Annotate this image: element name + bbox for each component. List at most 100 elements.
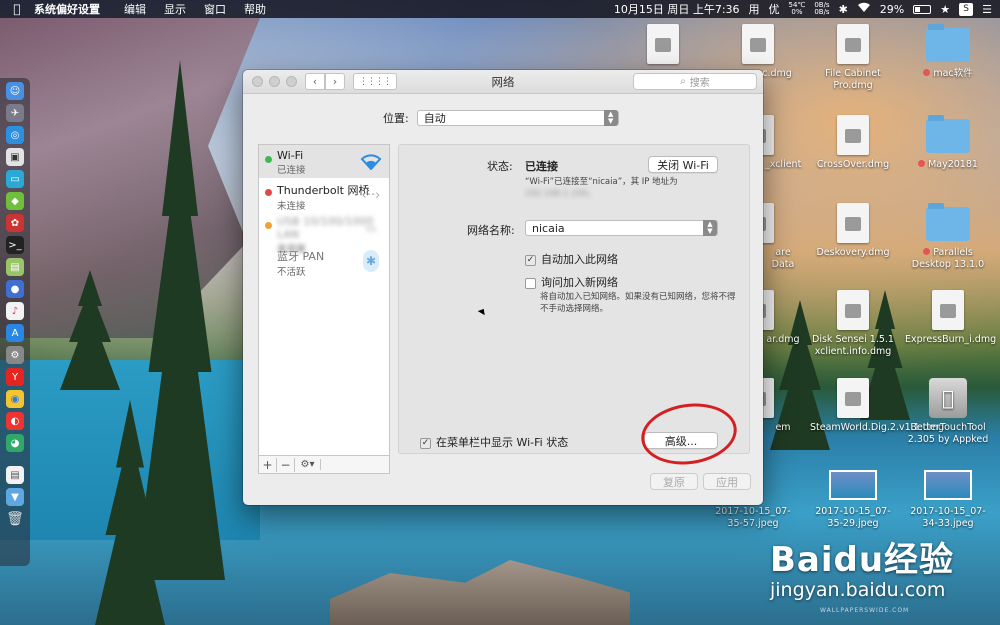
desktop-file-label: SteamWorld.Dig.2.v1.1.dmg (810, 422, 945, 433)
ask-join-row[interactable]: 询问加入新网络 (525, 274, 618, 290)
input-method-icon[interactable]: 用 (749, 1, 760, 17)
menu-window[interactable]: 窗口 (204, 1, 236, 17)
battery-icon[interactable] (913, 4, 932, 14)
forward-button[interactable]: › (325, 73, 345, 90)
back-button[interactable]: ‹ (305, 73, 325, 90)
chevron-updown-icon: ▲ ▼ (703, 220, 717, 236)
desktop-folder-name: May20181 (928, 159, 978, 170)
cpu-temp-indicator[interactable]: 54℃ 0% (789, 2, 806, 16)
menu-help[interactable]: 帮助 (244, 1, 276, 17)
battery-percent[interactable]: 29% (880, 3, 904, 16)
app-red-icon[interactable]: ✿ (6, 214, 24, 232)
service-item-wifi[interactable]: Wi-Fi 已连接 (259, 145, 389, 178)
preview-icon[interactable]: ▤ (6, 258, 24, 276)
title-bar[interactable]: ‹ › ⋮⋮⋮⋮ 网络 ⌕ 搜索 (243, 70, 763, 94)
location-select[interactable]: 自动 ▲ ▼ (416, 110, 619, 126)
network-name-label: 网络名称: (467, 224, 515, 237)
revert-button[interactable]: 复原 (650, 473, 698, 490)
menu-view[interactable]: 显示 (164, 1, 196, 17)
terminal-icon[interactable]: >_ (6, 236, 24, 254)
finder-icon[interactable]: ☺ (6, 82, 24, 100)
clock[interactable]: 10月15日 周日 上午7:36 (614, 1, 740, 17)
desktop-file[interactable] (620, 24, 706, 68)
app-store-icon[interactable]: A (6, 324, 24, 342)
android-icon[interactable]: ◆ (6, 192, 24, 210)
system-preferences-icon[interactable]: ⚙ (6, 346, 24, 364)
weibo-icon[interactable]: ◐ (6, 412, 24, 430)
menu-app-name[interactable]: 系统偏好设置 (34, 1, 110, 17)
baidu-watermark: Baidu经验 jingyan.baidu.com (770, 532, 954, 601)
close-window-button[interactable] (252, 76, 263, 87)
menu-list-icon[interactable]: ☰ (982, 3, 992, 16)
trash-icon[interactable]: 🗑 (6, 510, 24, 528)
menu-bar:  系统偏好设置 编辑 显示 窗口 帮助 10月15日 周日 上午7:36 用 … (0, 0, 1000, 18)
desktop-file[interactable]: Disk Sensei 1.5.1 xclient.info.dmg (810, 290, 896, 358)
desktop-file[interactable]: File Cabinet Pro.dmg (810, 24, 896, 92)
auto-join-row[interactable]: ✓ 自动加入此网络 (525, 251, 618, 267)
status-value: 已连接 (525, 160, 558, 173)
desktop-image[interactable]: 2017-10-15_07-34-33.jpeg (905, 462, 991, 530)
app-green-icon[interactable]: ◕ (6, 434, 24, 452)
service-list-toolbar: + − ⚙︎▾ (258, 456, 390, 474)
safari-icon[interactable]: ◎ (6, 126, 24, 144)
service-actions-gear-button[interactable]: ⚙︎▾ (295, 459, 321, 470)
music-icon[interactable]: ♪ (6, 302, 24, 320)
network-name-select[interactable]: nicaia ▲ ▼ (525, 220, 718, 236)
show-menubar-status-row[interactable]: ✓ 在菜单栏中显示 Wi-Fi 状态 (420, 434, 568, 450)
wifi-status-icon[interactable] (857, 2, 871, 16)
ethernet-icon: ▭ (365, 221, 377, 235)
app-tray-icon[interactable]: S (959, 2, 974, 16)
launchpad-icon[interactable]: ✈ (6, 104, 24, 122)
auto-join-label: 自动加入此网络 (541, 253, 618, 266)
dmg-file-icon (837, 378, 869, 418)
desktop-app[interactable]:  BetterTouchTool 2.305 by Appked (905, 378, 991, 446)
desktop-image[interactable]: 2017-10-15_07-35-29.jpeg (810, 462, 896, 530)
search-field[interactable]: ⌕ 搜索 (633, 73, 757, 90)
folder-icon (926, 203, 970, 241)
apple-menu-icon[interactable]:  (0, 2, 34, 16)
dmg-file-icon (837, 115, 869, 155)
remove-service-button[interactable]: − (277, 457, 295, 472)
user-menu[interactable]: 优 (769, 1, 780, 17)
desktop-file[interactable]: CrossOver.dmg (810, 115, 896, 171)
search-icon: ⌕ (680, 76, 686, 87)
show-all-button[interactable]: ⋮⋮⋮⋮ (353, 73, 397, 90)
show-menubar-status-checkbox[interactable]: ✓ (420, 437, 431, 449)
minimize-window-button[interactable] (269, 76, 280, 87)
desktop-file[interactable]: ExpressBurn_i.dmg (905, 290, 996, 346)
desktop-folder[interactable]: May20181 (905, 115, 991, 171)
chrome-icon[interactable]: ◉ (6, 390, 24, 408)
ask-join-checkbox[interactable] (525, 277, 536, 289)
network-speed-indicator[interactable]: 0B/s 0B/s (814, 2, 829, 16)
desktop-file[interactable]: SteamWorld.Dig.2.v1.1.dmg (810, 378, 945, 434)
contacts-icon[interactable]: ▣ (6, 148, 24, 166)
screen-share-icon[interactable]: ▭ (6, 170, 24, 188)
status-label: 状态: (487, 160, 513, 173)
desktop-folder[interactable]: Parallels Desktop 13.1.0 (905, 203, 991, 271)
dock: ☺ ✈ ◎ ▣ ▭ ◆ ✿ >_ ▤ ● ♪ A ⚙ Y ◉ ◐ ◕ ▤ ▼ 🗑 (0, 78, 30, 566)
turn-off-wifi-button[interactable]: 关闭 Wi-Fi (648, 156, 718, 173)
apply-button[interactable]: 应用 (703, 473, 751, 490)
zoom-window-button[interactable] (286, 76, 297, 87)
desktop-folder[interactable]: mac软件 (905, 24, 991, 80)
service-item-usb-lan[interactable]: USB 10/100/1000 LAN 未连接 ▭ (259, 211, 389, 255)
wallpaper-credit: WALLPAPERSWIDE.COM (820, 607, 910, 614)
desktop-image-label: 2017-10-15_07-34-33.jpeg (910, 506, 986, 529)
wallpaper-rocks (330, 560, 630, 625)
auto-join-checkbox[interactable]: ✓ (525, 254, 536, 266)
menu-edit[interactable]: 编辑 (124, 1, 156, 17)
desktop-file[interactable]: Deskovery.dmg (810, 203, 896, 259)
status-detail: “Wi-Fi”已连接至“nicaia”，其 IP 地址为 (525, 177, 678, 187)
add-service-button[interactable]: + (259, 457, 277, 472)
dmg-file-icon (932, 290, 964, 330)
desktop-file-label: Disk Sensei 1.5.1 xclient.info.dmg (812, 334, 894, 357)
document-icon[interactable]: ▤ (6, 466, 24, 484)
star-icon[interactable]: ★ (940, 3, 950, 16)
downloads-folder-icon[interactable]: ▼ (6, 488, 24, 506)
service-item-bluetooth-pan[interactable]: 蓝牙 PAN 不活跃 ✱ (259, 244, 389, 278)
yandex-icon[interactable]: Y (6, 368, 24, 386)
keychain-icon[interactable]: ● (6, 280, 24, 298)
bluetooth-icon[interactable]: ✱ (839, 3, 848, 16)
thunderbolt-bridge-icon: ‹··› (361, 187, 381, 203)
service-item-thunderbolt[interactable]: Thunderbolt 网桥 未连接 ‹··› (259, 178, 389, 212)
